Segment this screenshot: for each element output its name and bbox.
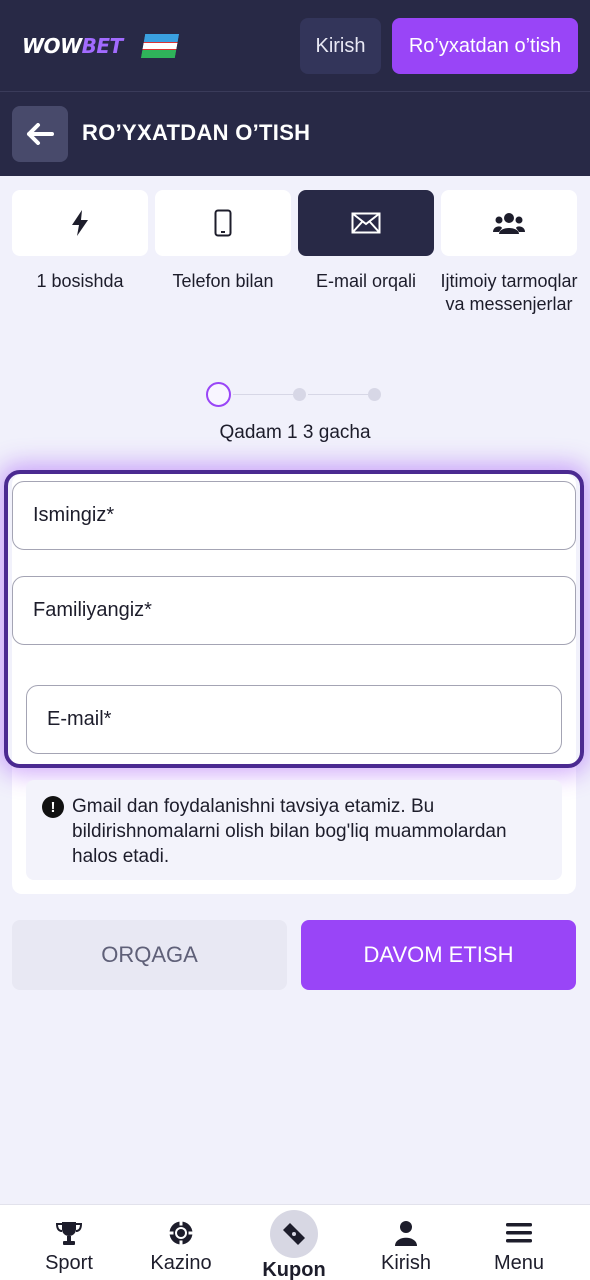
tab-one-click[interactable] — [12, 190, 148, 256]
tab-label-phone[interactable]: Telefon bilan — [148, 270, 298, 293]
envelope-icon — [351, 212, 381, 234]
casino-chip-icon — [169, 1221, 193, 1245]
step-1-indicator — [206, 382, 231, 407]
nav-label-sport: Sport — [45, 1252, 93, 1274]
tab-phone[interactable] — [155, 190, 291, 256]
register-button[interactable]: Ro’yxatdan o’tish — [392, 18, 578, 74]
nav-item-login[interactable]: Kirish — [347, 1205, 465, 1280]
menu-icon — [506, 1223, 532, 1243]
back-button[interactable]: ORQAGA — [12, 920, 287, 990]
nav-label-casino: Kazino — [150, 1252, 212, 1274]
info-notice: ! Gmail dan foydalanishni tavsiya etamiz… — [26, 780, 562, 880]
tab-label-email[interactable]: E-mail orqali — [291, 270, 441, 293]
uzbekistan-flag-icon[interactable] — [140, 34, 180, 58]
nav-item-sport[interactable]: Sport — [10, 1205, 128, 1280]
exclamation-icon: ! — [42, 796, 64, 818]
logo-text-bet: BET — [81, 34, 124, 58]
step-connector — [233, 394, 293, 395]
logo-text-wow: WOW — [22, 34, 82, 58]
phone-icon — [214, 209, 232, 237]
step-2-indicator — [293, 388, 306, 401]
email-field[interactable]: E-mail* — [26, 685, 562, 754]
user-icon — [395, 1221, 417, 1246]
users-icon — [493, 213, 525, 234]
step-3-indicator — [368, 388, 381, 401]
tab-social[interactable] — [441, 190, 577, 256]
nav-label-coupon: Kupon — [262, 1259, 326, 1280]
tab-email[interactable] — [298, 190, 434, 256]
first-name-field[interactable]: Ismingiz* — [12, 481, 576, 550]
back-arrow-button[interactable] — [12, 106, 68, 162]
step-connector — [308, 394, 368, 395]
login-button[interactable]: Kirish — [300, 18, 381, 74]
last-name-placeholder: Familiyangiz* — [33, 599, 152, 621]
nav-item-menu[interactable]: Menu — [460, 1205, 578, 1280]
continue-button[interactable]: DAVOM ETISH — [301, 920, 576, 990]
tab-label-social[interactable]: Ijtimoiy tarmoqlar va messenjerlar — [434, 270, 584, 316]
arrow-left-icon — [27, 123, 54, 145]
ticket-icon — [283, 1223, 305, 1245]
step-progress-text: Qadam 1 3 gacha — [219, 422, 371, 443]
info-notice-text: Gmail dan foydalanishni tavsiya etamiz. … — [72, 796, 507, 867]
page-title: RO’YXATDAN O’TISH — [82, 120, 311, 145]
first-name-placeholder: Ismingiz* — [33, 504, 115, 526]
nav-label-menu: Menu — [493, 1252, 545, 1274]
last-name-field[interactable]: Familiyangiz* — [12, 576, 576, 645]
nav-label-login: Kirish — [380, 1252, 431, 1274]
nav-item-casino[interactable]: Kazino — [122, 1205, 240, 1280]
email-placeholder: E-mail* — [47, 708, 112, 730]
page-title-bar: RO’YXATDAN O’TISH — [0, 92, 590, 176]
wowbet-logo[interactable]: WOWBET — [22, 34, 123, 58]
lightning-icon — [72, 210, 88, 236]
tab-label-one-click[interactable]: 1 bosishda — [5, 270, 155, 293]
trophy-icon — [56, 1222, 82, 1245]
top-header: WOWBET Kirish Ro’yxatdan o’tish — [0, 0, 590, 92]
coupon-button[interactable] — [270, 1210, 318, 1258]
